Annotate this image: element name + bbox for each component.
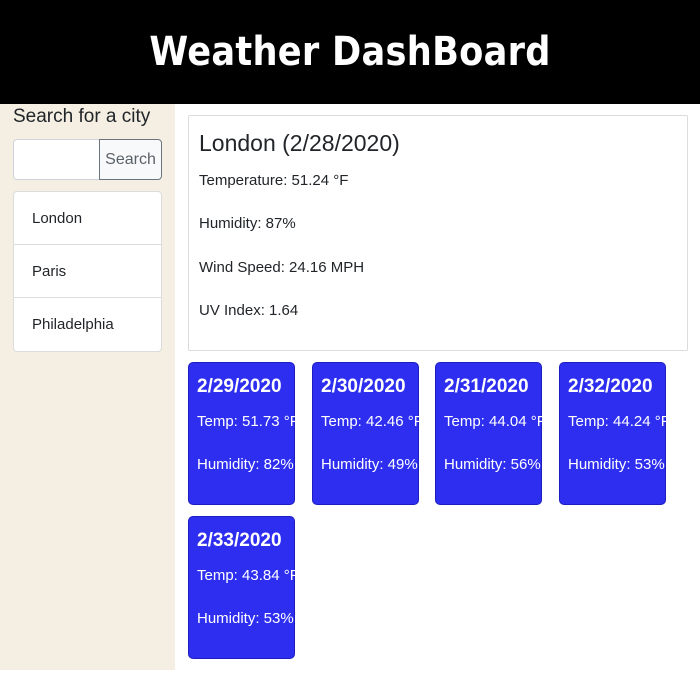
forecast-humidity: Humidity: 56% xyxy=(444,456,541,473)
current-temperature: Temperature: 51.24 °F xyxy=(199,172,349,189)
forecast-temp: Temp: 44.24 °F xyxy=(568,413,670,430)
forecast-date: 2/33/2020 xyxy=(197,530,282,551)
forecast-temp: Temp: 43.84 °F xyxy=(197,567,299,584)
forecast-date: 2/29/2020 xyxy=(197,376,282,397)
sidebar xyxy=(0,104,175,670)
page-title: Weather DashBoard xyxy=(149,29,551,75)
forecast-date: 2/31/2020 xyxy=(444,376,529,397)
forecast-card: 2/32/2020 Temp: 44.24 °F Humidity: 53% xyxy=(559,362,670,505)
forecast-date: 2/30/2020 xyxy=(321,376,406,397)
search-button[interactable]: Search xyxy=(99,139,162,180)
forecast-card: 2/31/2020 Temp: 44.04 °F Humidity: 56% xyxy=(435,362,546,505)
forecast-temp: Temp: 44.04 °F xyxy=(444,413,546,430)
city-history-list: London Paris Philadelphia xyxy=(13,191,162,352)
current-uv-index: UV Index: 1.64 xyxy=(199,302,299,319)
search-heading: Search for a city xyxy=(13,106,151,127)
forecast-card: 2/30/2020 Temp: 42.46 °F Humidity: 49% xyxy=(312,362,423,505)
forecast-humidity: Humidity: 53% xyxy=(197,610,294,627)
current-city-title: London (2/28/2020) xyxy=(199,130,400,156)
search-group: Search xyxy=(13,139,162,180)
forecast-date: 2/32/2020 xyxy=(568,376,653,397)
city-item-paris[interactable]: Paris xyxy=(14,245,161,298)
city-item-london[interactable]: London xyxy=(14,192,161,245)
current-weather-card: London (2/28/2020) Temperature: 51.24 °F… xyxy=(188,115,688,351)
current-humidity: Humidity: 87% xyxy=(199,215,296,232)
forecast-temp: Temp: 51.73 °F xyxy=(197,413,299,430)
forecast-humidity: Humidity: 49% xyxy=(321,456,418,473)
city-item-philadelphia[interactable]: Philadelphia xyxy=(14,298,161,351)
current-wind-speed: Wind Speed: 24.16 MPH xyxy=(199,259,365,276)
forecast-temp: Temp: 42.46 °F xyxy=(321,413,423,430)
forecast-card: 2/29/2020 Temp: 51.73 °F Humidity: 82% xyxy=(188,362,299,505)
forecast-card: 2/33/2020 Temp: 43.84 °F Humidity: 53% xyxy=(188,516,299,659)
app-header: Weather DashBoard xyxy=(0,0,700,104)
forecast-humidity: Humidity: 53% xyxy=(568,456,665,473)
forecast-humidity: Humidity: 82% xyxy=(197,456,294,473)
city-search-input[interactable] xyxy=(13,139,99,180)
